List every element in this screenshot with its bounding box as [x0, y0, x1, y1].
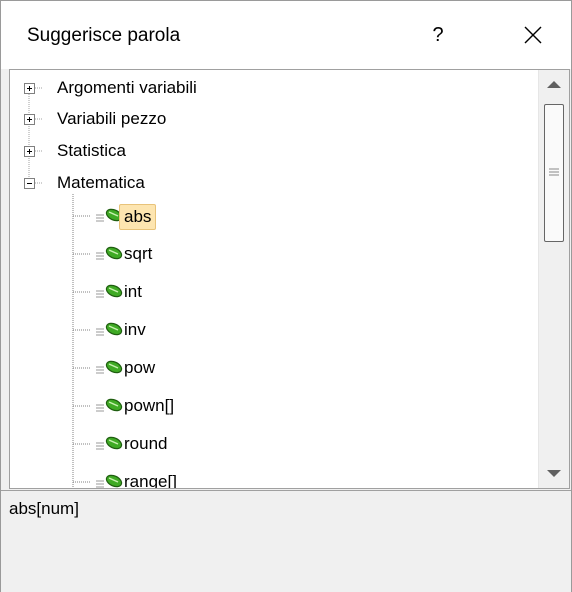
close-button[interactable] [507, 15, 559, 55]
tree-connector [73, 443, 91, 445]
tree-category[interactable]: Variabili pezzo [10, 106, 530, 134]
tree-category[interactable]: Matematica [10, 170, 530, 198]
suggestion-tree[interactable]: Argomenti variabili Variabili pezzo Statis… [9, 69, 570, 489]
tree-item[interactable]: int [10, 278, 530, 306]
tree-connector [73, 253, 91, 255]
tree-item-label: sqrt [124, 244, 153, 263]
function-icon [96, 284, 123, 298]
description-text: abs[num] [9, 499, 79, 518]
tree-item-label: pown[] [124, 396, 175, 415]
scroll-up-icon[interactable] [539, 70, 569, 98]
tree-category-label: Statistica [57, 141, 126, 160]
scroll-down-icon[interactable] [539, 460, 569, 488]
tree-item[interactable]: inv [10, 316, 530, 344]
title-bar: Suggerisce parola ? [1, 1, 571, 69]
dialog-title: Suggerisce parola [27, 25, 181, 46]
expand-icon[interactable] [24, 146, 35, 157]
tree-category[interactable]: Argomenti variabili [10, 75, 530, 103]
tree-item-label: inv [124, 320, 146, 339]
tree-item[interactable]: pow [10, 354, 530, 382]
scrollbar-thumb[interactable] [544, 104, 564, 242]
close-icon [524, 26, 542, 44]
tree-item-label: range[] [124, 472, 177, 489]
function-icon [96, 322, 123, 336]
tree-connector [73, 215, 91, 217]
tree-category-label: Argomenti variabili [57, 78, 197, 97]
function-icon [96, 360, 123, 374]
vertical-scrollbar[interactable] [538, 70, 569, 488]
suggest-word-dialog: Suggerisce parola ? Argomenti variabili V… [0, 0, 572, 592]
tree-item[interactable]: sqrt [10, 240, 530, 268]
tree-connector [73, 405, 91, 407]
tree-item-label-selected: abs [119, 204, 157, 230]
tree-connector [73, 367, 91, 369]
tree-item-label: pow [124, 358, 156, 377]
function-icon [96, 246, 123, 260]
tree-item[interactable]: abs [10, 202, 530, 230]
tree-connector [73, 329, 91, 331]
tree-category-label: Matematica [57, 173, 145, 192]
tree-category[interactable]: Statistica [10, 138, 530, 166]
collapse-icon[interactable] [24, 178, 35, 189]
tree-item[interactable]: range[] [10, 468, 530, 489]
tree-connector [73, 291, 91, 293]
function-icon [96, 436, 123, 450]
help-button[interactable]: ? [415, 15, 461, 55]
tree-item[interactable]: pown[] [10, 392, 530, 420]
function-icon [96, 474, 123, 488]
expand-icon[interactable] [24, 83, 35, 94]
grip-icon [549, 168, 559, 176]
tree-category-label: Variabili pezzo [57, 109, 167, 128]
tree-item-label: int [124, 282, 142, 301]
tree-connector [73, 481, 91, 483]
function-icon [96, 398, 123, 412]
description-panel: abs[num] [1, 490, 571, 592]
expand-icon[interactable] [24, 114, 35, 125]
tree-item-label: round [124, 434, 168, 453]
tree-item[interactable]: round [10, 430, 530, 458]
